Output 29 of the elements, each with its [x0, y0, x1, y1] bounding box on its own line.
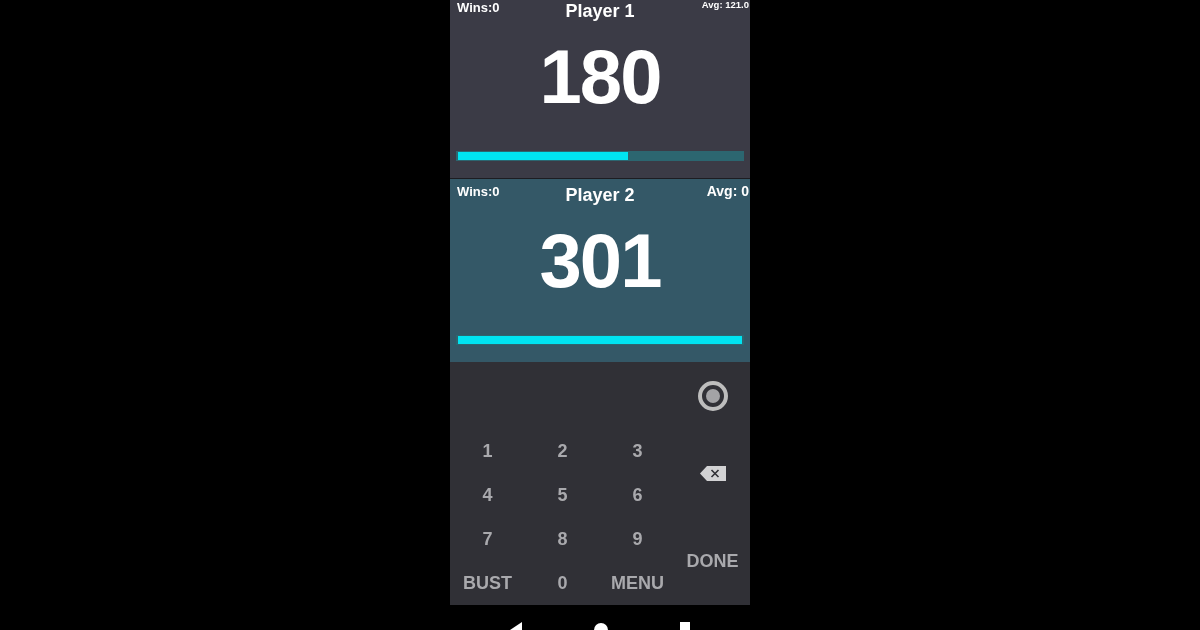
keypad-key[interactable]: 9 [628, 527, 647, 551]
keypad-key[interactable]: 3 [628, 439, 647, 463]
keypad-key[interactable]: 2 [553, 439, 572, 463]
keypad-key[interactable]: 1 [478, 439, 497, 463]
average-score: Avg: 121.0 [701, 0, 750, 11]
done-button[interactable]: DONE [682, 549, 743, 573]
keypad-key[interactable]: MENU [607, 571, 668, 595]
player-name: Player 2 [565, 184, 635, 206]
wins-count: Wins:0 [456, 0, 500, 16]
keypad-key[interactable]: BUST [459, 571, 516, 595]
keypad-key[interactable]: 6 [628, 483, 647, 507]
average-score: Avg: 0 [706, 184, 750, 200]
player-panel[interactable]: Wins:0 Player 2 Avg: 0 301 [450, 179, 750, 362]
target-button[interactable] [697, 380, 728, 411]
backspace-button[interactable] [699, 465, 726, 481]
keypad-key[interactable]: 5 [553, 483, 572, 507]
player-panel[interactable]: Wins:0 Player 1 Avg: 121.0 180 [450, 0, 750, 179]
wins-count: Wins:0 [456, 184, 500, 200]
backspace-icon [699, 465, 726, 481]
keypad-key[interactable]: 8 [553, 527, 572, 551]
keypad-key[interactable]: 7 [478, 527, 497, 551]
score-value: 301 [539, 223, 661, 299]
player-name: Player 1 [565, 0, 635, 22]
score-value: 180 [539, 39, 661, 115]
target-icon [697, 380, 728, 411]
back-icon[interactable] [510, 622, 522, 630]
keypad-key[interactable]: 0 [553, 571, 572, 595]
keypad-key[interactable]: 4 [478, 483, 497, 507]
home-icon[interactable] [594, 620, 608, 630]
